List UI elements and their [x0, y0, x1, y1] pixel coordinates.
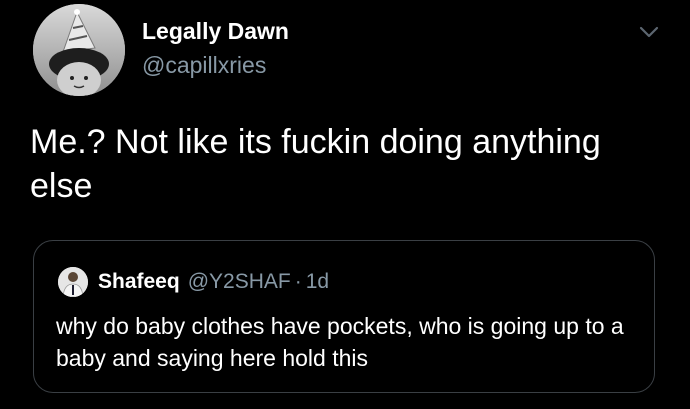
quoted-author-avatar[interactable] — [58, 267, 88, 297]
author-info: Legally Dawn @capillxries — [142, 16, 289, 80]
tweet-text: Me.? Not like its fuckin doing anything … — [30, 123, 601, 205]
chevron-down-icon[interactable] — [638, 24, 660, 40]
author-handle[interactable]: @capillxries — [142, 50, 289, 80]
quoted-tweet-card[interactable]: Shafeeq @Y2SHAF · 1d why do baby clothes… — [33, 240, 655, 393]
quoted-author-avatar-image — [58, 267, 88, 297]
quoted-timestamp[interactable]: 1d — [306, 270, 329, 294]
quoted-tweet-header: Shafeeq @Y2SHAF · 1d — [58, 266, 329, 298]
author-avatar-image — [33, 4, 125, 96]
quoted-author-handle[interactable]: @Y2SHAF — [188, 270, 291, 294]
quoted-author-display-name[interactable]: Shafeeq — [98, 270, 180, 294]
author-avatar[interactable] — [33, 4, 125, 96]
author-display-name[interactable]: Legally Dawn — [142, 16, 289, 46]
quoted-tweet-text: why do baby clothes have pockets, who is… — [56, 313, 624, 371]
tweet: Legally Dawn @capillxries Me.? Not like … — [0, 0, 690, 409]
quoted-header-separator: · — [294, 270, 302, 293]
